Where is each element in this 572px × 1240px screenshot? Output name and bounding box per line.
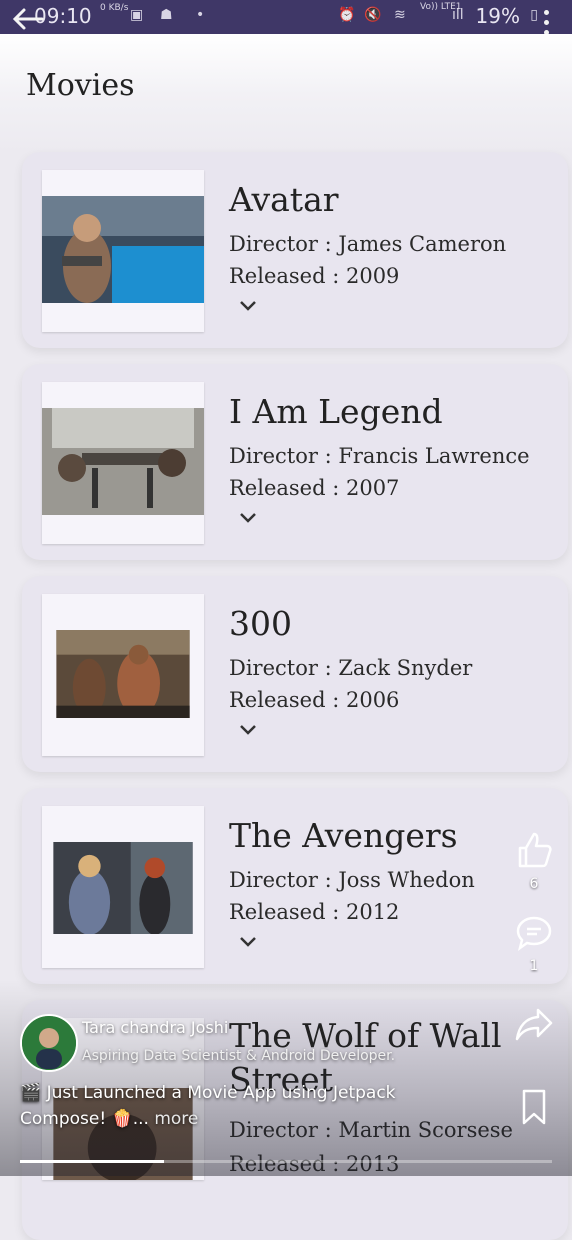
alarm-icon: ⏰ <box>338 7 356 23</box>
caption-text: 🎬 Just Launched a Movie App using Jetpac… <box>20 1083 396 1129</box>
net-speed: 0 KB/s <box>100 3 129 13</box>
movie-title: Avatar <box>229 180 339 219</box>
comment-icon <box>516 916 552 951</box>
poster-image-avatar <box>42 196 204 303</box>
chevron-down-icon[interactable] <box>238 510 258 524</box>
movie-poster <box>42 382 204 544</box>
movie-director: Director : Joss Whedon <box>229 868 475 892</box>
video-progress-bar[interactable] <box>20 1160 552 1163</box>
author-name[interactable]: Tara chandra Joshi <box>82 1018 228 1037</box>
share-button[interactable] <box>512 1006 556 1046</box>
movie-director: Director : Zack Snyder <box>229 656 473 680</box>
movie-released: Released : 2012 <box>229 900 400 924</box>
movie-title: 300 <box>229 604 292 643</box>
page-title: Movies <box>26 68 135 103</box>
poster-image-i-am-legend <box>42 408 204 515</box>
comment-count: 1 <box>529 958 539 974</box>
like-count: 6 <box>529 876 539 892</box>
signal-icon: ıll <box>452 7 464 23</box>
like-button[interactable]: 6 <box>512 830 556 892</box>
battery-percent: 19% <box>475 4 520 28</box>
movie-released: Released : 2006 <box>229 688 400 712</box>
movie-card-300[interactable]: 300 Director : Zack Snyder Released : 20… <box>22 576 568 772</box>
movie-director: Director : James Cameron <box>229 232 507 256</box>
save-button[interactable] <box>512 1088 556 1130</box>
movie-poster <box>42 806 204 968</box>
poster-image-300 <box>56 630 190 718</box>
comment-button[interactable]: 1 <box>512 914 556 974</box>
movie-card-i-am-legend[interactable]: I Am Legend Director : Francis Lawrence … <box>22 364 568 560</box>
mute-icon: 🔇 <box>364 7 382 23</box>
screenshot-icon: ▣ <box>130 7 144 23</box>
movie-released: Released : 2007 <box>229 476 400 500</box>
wifi-icon: ≋ <box>394 7 406 23</box>
movie-card-avatar[interactable]: Avatar Director : James Cameron Released… <box>22 152 568 348</box>
movie-poster <box>42 170 204 332</box>
reel-caption[interactable]: 🎬 Just Launched a Movie App using Jetpac… <box>20 1080 440 1132</box>
video-progress-fill <box>20 1160 164 1163</box>
status-bar: 09:10 0 KB/s ▣ ☗ • ⏰ 🔇 ≋ Vo)) LTE1 ıll 1… <box>0 0 572 34</box>
reel-author[interactable]: Tara chandra Joshi Aspiring Data Scienti… <box>20 1014 440 1074</box>
poster-image-the-avengers <box>53 842 193 934</box>
movie-released: Released : 2009 <box>229 264 400 288</box>
avatar[interactable] <box>20 1014 78 1072</box>
movie-title: The Avengers <box>229 816 458 855</box>
more-link[interactable]: more <box>154 1109 198 1129</box>
movie-released: Released : 2013 <box>229 1152 400 1176</box>
movie-card-the-avengers[interactable]: The Avengers Director : Joss Whedon Rele… <box>22 788 568 984</box>
chevron-down-icon[interactable] <box>238 934 258 948</box>
author-subtitle: Aspiring Data Scientist & Android Develo… <box>82 1048 396 1064</box>
dot-icon: • <box>196 7 205 23</box>
movie-title: I Am Legend <box>229 392 443 431</box>
snapchat-icon: ☗ <box>160 7 173 23</box>
bookmark-icon <box>522 1089 546 1125</box>
back-arrow-icon[interactable] <box>12 6 44 36</box>
thumbs-up-icon <box>518 832 552 868</box>
movie-director: Director : Francis Lawrence <box>229 444 530 468</box>
movie-poster <box>42 594 204 756</box>
chevron-down-icon[interactable] <box>238 722 258 736</box>
share-icon <box>515 1008 553 1041</box>
battery-icon: ▯ <box>530 7 538 23</box>
chevron-down-icon[interactable] <box>238 298 258 312</box>
